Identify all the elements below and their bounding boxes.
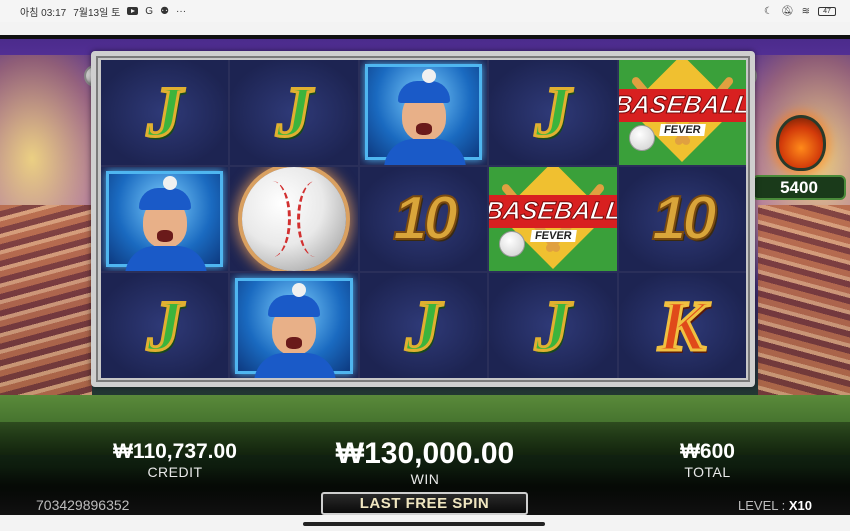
reel-cell: K xyxy=(618,273,746,378)
reel-cell: BASEBALL FEVER xyxy=(489,166,617,272)
symbol-j: J xyxy=(145,72,184,153)
multiplier-badge: 5400 xyxy=(752,175,846,200)
symbol-10: 10 xyxy=(392,183,459,254)
status-time: 아침 03:17 xyxy=(20,7,67,19)
pitcher-body xyxy=(383,139,466,165)
pitcher-hand xyxy=(421,69,436,84)
level-label: LEVEL : xyxy=(738,498,786,513)
total-value: ₩600 xyxy=(680,440,735,463)
wifi-icon: ≋ xyxy=(801,5,810,17)
logo-word: BASEBALL xyxy=(489,195,617,229)
reel-cell: J xyxy=(489,60,617,165)
fireball-icon xyxy=(776,115,826,171)
pitcher-mouth xyxy=(157,229,174,242)
symbol-10: 10 xyxy=(651,183,718,254)
credit-value: ₩110,737.00 xyxy=(113,440,237,463)
pitcher-body xyxy=(125,245,208,272)
youtube-icon xyxy=(127,7,139,15)
pitcher-body xyxy=(254,352,337,378)
last-free-spin-banner: LAST FREE SPIN xyxy=(321,492,528,515)
reel-cell: J xyxy=(359,273,488,378)
reel-cell: 10 xyxy=(618,166,746,272)
top-divider xyxy=(0,35,850,39)
reel-cell: J xyxy=(101,273,229,378)
reel-cell: J xyxy=(101,60,229,165)
symbol-j: J xyxy=(404,285,443,366)
more-icon: ··· xyxy=(176,5,187,17)
credit-display: ₩110,737.00 CREDIT xyxy=(100,440,250,480)
game-round-id: 703429896352 xyxy=(36,497,130,513)
pitcher-icon xyxy=(106,170,224,272)
home-indicator[interactable] xyxy=(303,522,545,526)
credit-label: CREDIT xyxy=(147,464,203,480)
symbol-j: J xyxy=(275,72,314,153)
baseball-fever-logo: BASEBALL FEVER xyxy=(618,60,746,165)
symbol-k: K xyxy=(657,285,708,366)
status-bar: 아침 03:17 7월13일 토 G ⚉ ··· ☾ 🔕︎ ≋ 47 xyxy=(0,0,850,22)
baseball-icon xyxy=(242,166,347,271)
baseball-fever-logo: BASEBALL FEVER xyxy=(489,166,617,272)
pitcher-icon xyxy=(364,64,483,165)
pitcher-cap xyxy=(397,81,450,104)
reel-cell xyxy=(230,273,358,378)
total-label: TOTAL xyxy=(684,464,731,480)
level-value: X10 xyxy=(788,498,812,513)
reel-cell xyxy=(359,60,488,165)
win-display: ₩130,000.00 WIN xyxy=(320,437,530,487)
win-label: WIN xyxy=(410,471,440,487)
reel-cell xyxy=(230,166,358,272)
google-icon: G xyxy=(145,5,154,17)
baseball-icon xyxy=(628,124,655,151)
baseball-icon xyxy=(499,231,526,258)
win-value: ₩130,000.00 xyxy=(335,437,515,470)
pitcher-hand xyxy=(292,282,307,297)
total-bet-display[interactable]: ₩600 TOTAL xyxy=(660,440,755,480)
logo-sub: FEVER xyxy=(529,230,577,243)
logo-word: BASEBALL xyxy=(618,88,746,122)
reel-cell xyxy=(101,166,229,272)
symbol-j: J xyxy=(533,72,572,153)
mute-icon: 🔕︎ xyxy=(780,5,794,17)
reel-cell: J xyxy=(230,60,358,165)
reel-cell: BASEBALL FEVER xyxy=(618,60,746,165)
battery-icon: 47 xyxy=(818,6,836,16)
status-date: 7월13일 토 xyxy=(73,7,121,19)
level-indicator: LEVEL : X10 xyxy=(738,498,812,513)
logo-sub: FEVER xyxy=(659,123,706,136)
pitcher-hand xyxy=(163,175,178,190)
pitcher-mouth xyxy=(415,123,432,136)
symbol-j: J xyxy=(533,285,572,366)
symbol-j: J xyxy=(145,285,184,366)
pitcher-cap xyxy=(139,187,192,210)
game-controller-icon: ⚉ xyxy=(160,5,170,17)
reels-grid: J J J BASEBALL FEVER 10 BASEBALL FEVER 10 J J J K xyxy=(101,60,746,378)
screen: 아침 03:17 7월13일 토 G ⚉ ··· ☾ 🔕︎ ≋ 47 5400 … xyxy=(0,0,850,531)
reel-cell: J xyxy=(489,273,617,378)
reel-cell: 10 xyxy=(359,166,488,272)
pitcher-icon xyxy=(235,277,353,378)
pitcher-cap xyxy=(268,294,321,317)
pitcher-mouth xyxy=(286,336,303,349)
moon-icon: ☾ xyxy=(763,5,773,17)
